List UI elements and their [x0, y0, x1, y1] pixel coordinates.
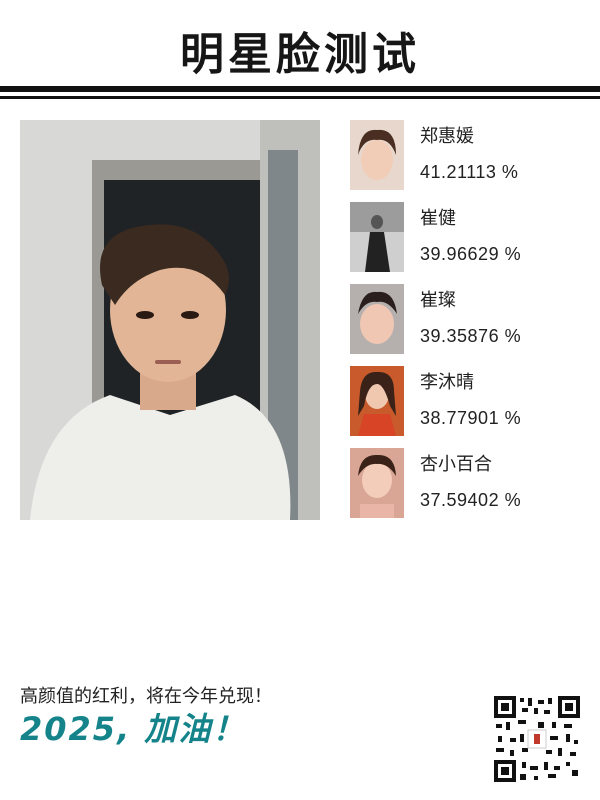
celebrity-name: 杏小百合	[420, 454, 492, 475]
celebrity-thumbnail	[350, 202, 404, 272]
celebrity-thumbnail	[350, 120, 404, 190]
qr-code-icon	[494, 696, 580, 782]
cheer-text: 2025, 加油！	[20, 710, 247, 748]
celebrity-thumbnail	[350, 284, 404, 354]
celebrity-name: 崔璨	[420, 290, 456, 311]
similarity-score: 39.96629 %	[420, 244, 522, 264]
list-item: 崔健 39.96629 %	[350, 202, 580, 272]
uploaded-face-photo	[20, 120, 320, 520]
list-item: 郑惠媛 41.21113 %	[350, 120, 580, 190]
similarity-score: 41.21113 %	[420, 162, 519, 182]
list-item: 李沐晴 38.77901 %	[350, 366, 580, 436]
similarity-score: 39.35876 %	[420, 326, 522, 346]
header-rule-thick	[0, 86, 600, 92]
celebrity-name: 郑惠媛	[420, 126, 474, 147]
page-title: 明星脸测试	[180, 29, 420, 80]
list-item: 崔璨 39.35876 %	[350, 284, 580, 354]
celebrity-name: 李沐晴	[420, 372, 474, 393]
celebrity-name: 崔健	[420, 208, 456, 229]
celebrity-thumbnail	[350, 448, 404, 518]
header-rule-thin	[0, 96, 600, 99]
similarity-score: 38.77901 %	[420, 408, 522, 428]
list-item: 杏小百合 37.59402 %	[350, 448, 580, 518]
similarity-score: 37.59402 %	[420, 490, 522, 510]
celebrity-thumbnail	[350, 366, 404, 436]
